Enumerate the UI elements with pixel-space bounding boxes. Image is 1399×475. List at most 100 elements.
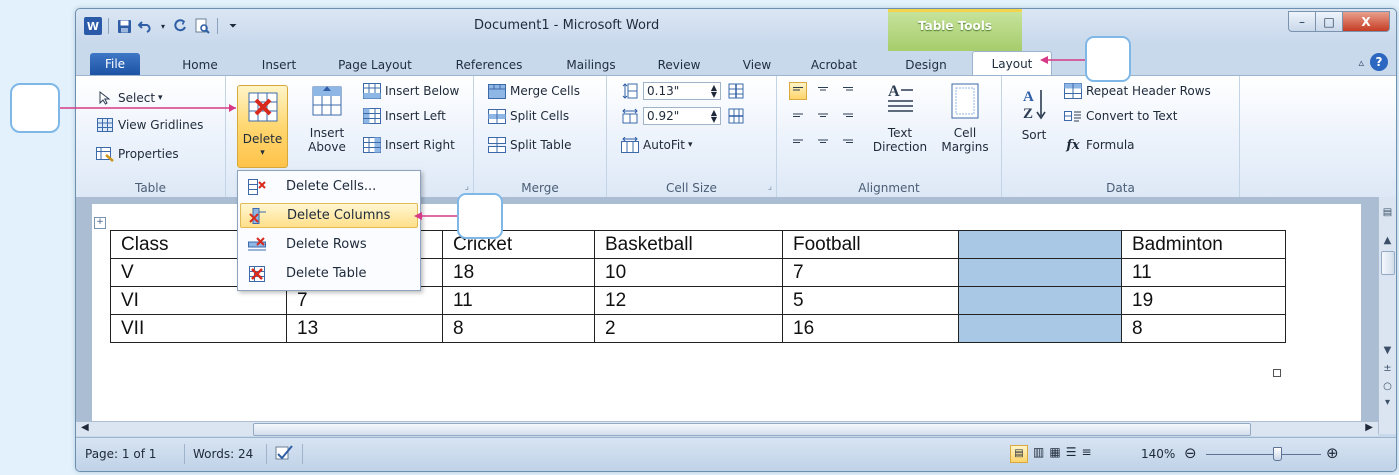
- ruler-toggle-icon[interactable]: ▤: [1379, 207, 1396, 218]
- tab-insert[interactable]: Insert: [254, 55, 304, 75]
- table-cell[interactable]: 7: [782, 258, 959, 287]
- convert-to-text-button[interactable]: Convert to Text: [1064, 106, 1177, 126]
- table-header-cell[interactable]: Basketball: [594, 230, 783, 259]
- formula-button[interactable]: fx Formula: [1064, 135, 1134, 155]
- undo-dropdown-icon[interactable]: ▾: [159, 17, 167, 35]
- tab-view[interactable]: View: [736, 55, 778, 75]
- table-cell[interactable]: 19: [1121, 286, 1286, 315]
- column-width-field[interactable]: 0.92" ▲ ▼: [621, 106, 749, 126]
- row-height-field[interactable]: 0.13" ▲ ▼: [621, 81, 749, 101]
- help-icon[interactable]: ?: [1370, 53, 1388, 71]
- distribute-rows-icon[interactable]: [727, 83, 745, 99]
- table-cell[interactable]: VII: [110, 314, 287, 343]
- scroll-right-icon[interactable]: ▶: [1365, 422, 1373, 433]
- merge-cells-button[interactable]: Merge Cells: [488, 81, 580, 101]
- word-count[interactable]: Words: 24: [193, 447, 253, 461]
- select-button[interactable]: Select ▾: [96, 88, 163, 108]
- tab-file[interactable]: File: [90, 53, 140, 75]
- print-preview-icon[interactable]: [193, 17, 211, 35]
- scroll-left-icon[interactable]: ◀: [81, 422, 89, 433]
- align-middle-right-icon[interactable]: [839, 106, 857, 124]
- table-cell[interactable]: [958, 286, 1122, 315]
- tab-mailings[interactable]: Mailings: [558, 55, 624, 75]
- undo-icon[interactable]: [137, 17, 155, 35]
- print-layout-icon[interactable]: ▤: [1010, 445, 1028, 463]
- align-bottom-center-icon[interactable]: [814, 130, 832, 148]
- draft-icon[interactable]: ≡: [1081, 445, 1091, 463]
- table-row[interactable]: VII 13 8 2 16 8: [110, 314, 1286, 343]
- distribute-columns-icon[interactable]: [727, 108, 745, 124]
- dialog-launcher-icon[interactable]: ⌟: [465, 182, 469, 192]
- align-top-left-icon[interactable]: [789, 82, 807, 100]
- zoom-slider-thumb[interactable]: [1273, 447, 1283, 461]
- properties-button[interactable]: Properties: [96, 144, 179, 164]
- redo-icon[interactable]: [171, 17, 189, 35]
- outline-icon[interactable]: ☰: [1066, 445, 1077, 463]
- align-bottom-left-icon[interactable]: [789, 130, 807, 148]
- table-header-cell[interactable]: Football: [782, 230, 959, 259]
- spinner-icon[interactable]: ▲ ▼: [711, 109, 720, 124]
- autofit-button[interactable]: AutoFit ▾: [621, 135, 692, 155]
- table-header-cell[interactable]: [958, 230, 1122, 259]
- previous-page-icon[interactable]: ±: [1379, 363, 1396, 374]
- customize-qat-icon[interactable]: ⏷: [224, 17, 242, 35]
- zoom-in-icon[interactable]: ⊕: [1326, 444, 1339, 462]
- delete-button[interactable]: Delete ▾: [237, 85, 288, 168]
- next-page-icon[interactable]: ▾: [1379, 397, 1396, 408]
- sort-button[interactable]: AZ Sort: [1014, 86, 1054, 142]
- web-layout-icon[interactable]: ▦: [1049, 445, 1060, 463]
- insert-above-button[interactable]: Insert Above: [300, 86, 354, 154]
- table-move-handle-icon[interactable]: +: [94, 217, 106, 229]
- close-button[interactable]: X: [1343, 11, 1390, 32]
- zoom-slider-track[interactable]: [1206, 454, 1321, 455]
- menu-item-delete-cells[interactable]: Delete Cells...: [240, 174, 418, 199]
- select-browse-object-icon[interactable]: ○: [1379, 381, 1396, 392]
- table-cell[interactable]: 5: [782, 286, 959, 315]
- table-cell[interactable]: 2: [594, 314, 783, 343]
- split-table-button[interactable]: Split Table: [488, 135, 571, 155]
- tab-page-layout[interactable]: Page Layout: [330, 55, 420, 75]
- table-cell[interactable]: 11: [1121, 258, 1286, 287]
- table-resize-handle[interactable]: [1273, 369, 1281, 377]
- tab-layout[interactable]: Layout: [972, 51, 1052, 77]
- menu-item-delete-table[interactable]: Delete Table: [240, 261, 418, 286]
- tab-home[interactable]: Home: [174, 55, 226, 75]
- proofing-icon[interactable]: [274, 444, 294, 465]
- table-cell[interactable]: 13: [286, 314, 443, 343]
- align-middle-left-icon[interactable]: [789, 106, 807, 124]
- table-cell[interactable]: [958, 258, 1122, 287]
- insert-left-button[interactable]: Insert Left: [363, 106, 446, 126]
- cell-margins-button[interactable]: Cell Margins: [937, 82, 993, 154]
- spinner-icon[interactable]: ▲ ▼: [711, 84, 720, 99]
- save-icon[interactable]: [115, 17, 133, 35]
- vertical-scroll-thumb[interactable]: [1381, 251, 1395, 275]
- table-cell[interactable]: 18: [442, 258, 595, 287]
- table-cell[interactable]: [958, 314, 1122, 343]
- align-bottom-right-icon[interactable]: [839, 130, 857, 148]
- split-cells-button[interactable]: Split Cells: [488, 106, 569, 126]
- tab-acrobat[interactable]: Acrobat: [804, 55, 864, 75]
- tab-references[interactable]: References: [448, 55, 530, 75]
- insert-below-button[interactable]: Insert Below: [363, 81, 459, 101]
- tab-design[interactable]: Design: [898, 55, 954, 75]
- horizontal-scroll-thumb[interactable]: [253, 423, 1251, 436]
- menu-item-delete-rows[interactable]: Delete Rows: [240, 232, 418, 257]
- scroll-down-icon[interactable]: ▼: [1379, 345, 1396, 356]
- table-header-cell[interactable]: Badminton: [1121, 230, 1286, 259]
- table-cell[interactable]: 10: [594, 258, 783, 287]
- dialog-launcher-icon[interactable]: ⌟: [768, 182, 772, 192]
- horizontal-scrollbar[interactable]: ◀ ▶: [76, 421, 1378, 436]
- column-width-input[interactable]: 0.92" ▲ ▼: [643, 107, 721, 125]
- full-screen-reading-icon[interactable]: ▥: [1033, 445, 1044, 463]
- text-direction-button[interactable]: A Text Direction: [869, 82, 931, 154]
- zoom-out-icon[interactable]: ⊖: [1184, 444, 1197, 462]
- page-count[interactable]: Page: 1 of 1: [85, 447, 156, 461]
- table-cell[interactable]: 11: [442, 286, 595, 315]
- align-center-icon[interactable]: [814, 106, 832, 124]
- row-height-input[interactable]: 0.13" ▲ ▼: [643, 82, 721, 100]
- menu-item-delete-columns[interactable]: Delete Columns: [240, 203, 418, 228]
- maximize-button[interactable]: □: [1316, 11, 1343, 32]
- table-cell[interactable]: 12: [594, 286, 783, 315]
- insert-right-button[interactable]: Insert Right: [363, 135, 455, 155]
- zoom-level[interactable]: 140%: [1141, 447, 1175, 461]
